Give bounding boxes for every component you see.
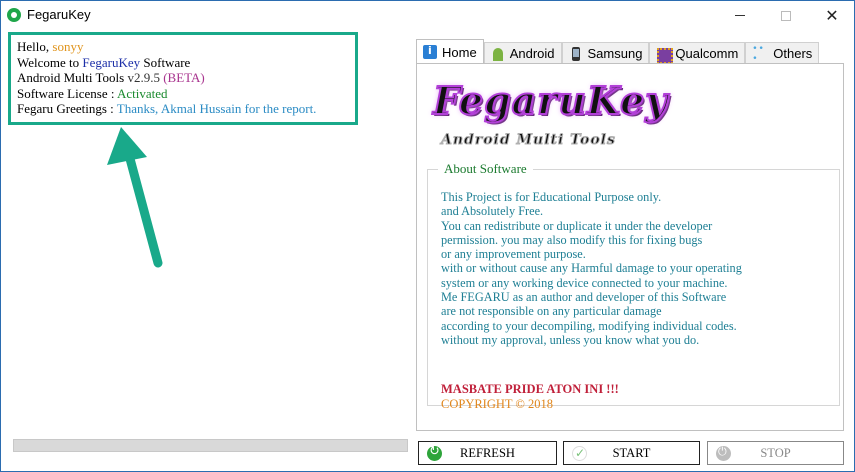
close-icon: ✕ [825, 5, 839, 25]
maximize-icon [781, 10, 791, 21]
about-line: system or any working device connected t… [441, 275, 728, 290]
tab-others[interactable]: Others [745, 42, 820, 64]
info-icon [423, 44, 437, 59]
phone-icon [569, 46, 583, 61]
welcome-suffix: Software [140, 54, 191, 70]
app-window: FegaruKey ✕ Hello, sonyy Welcome to Fega… [0, 0, 855, 472]
greeting-panel: Hello, sonyy Welcome to FegaruKey Softwa… [8, 32, 358, 125]
about-text: This Project is for Educational Purpose … [441, 190, 836, 347]
maximize-button[interactable] [763, 1, 809, 30]
about-line: and Absolutely Free. [441, 204, 544, 219]
minimize-button[interactable] [717, 1, 763, 30]
tab-android[interactable]: Android [483, 42, 562, 64]
tab-label: Android [509, 46, 555, 61]
license-label: Software License : [17, 85, 117, 101]
chip-icon [656, 47, 674, 64]
about-title: About Software [438, 161, 533, 177]
about-line: with or without cause any Harmful damage… [441, 261, 742, 276]
about-line: permission. you may also modify this for… [441, 232, 703, 247]
refresh-label: REFRESH [460, 446, 515, 460]
license-status: Activated [117, 85, 168, 101]
about-line: without my approval, unless you know wha… [441, 332, 700, 347]
welcome-line: Welcome to FegaruKey Software [17, 55, 349, 71]
tab-label: Samsung [587, 46, 643, 61]
about-line: You can redistribute or duplicate it und… [441, 218, 713, 233]
logo-title: FegaruKey [432, 77, 669, 124]
start-label: START [612, 446, 651, 460]
license-line: Software License : Activated [17, 86, 349, 102]
close-button[interactable]: ✕ [809, 1, 854, 30]
greetings-label: Fegaru Greetings : [17, 101, 117, 116]
tab-samsung[interactable]: Samsung [561, 42, 650, 64]
product-line: Android Multi Tools v2.9.5 (BETA) [17, 70, 349, 86]
version-text: v2.9.5 [127, 70, 160, 85]
window-title: FegaruKey [27, 7, 91, 22]
app-logo-icon [7, 8, 21, 22]
beta-badge: (BETA) [163, 70, 205, 85]
user-name: sonyy [52, 39, 84, 54]
about-line: Me FEGARU as an author and developer of … [441, 290, 727, 305]
title-bar[interactable]: FegaruKey ✕ [1, 1, 854, 30]
app-name-text: FegaruKey [82, 54, 141, 70]
hello-line: Hello, sonyy [17, 39, 349, 55]
about-line: or any improvement purpose. [441, 247, 586, 262]
hello-label: Hello, [17, 39, 53, 54]
annotation-arrow [107, 127, 163, 268]
product-label: Android Multi Tools [17, 70, 128, 85]
about-line: according to your decompiling, modifying… [441, 318, 737, 333]
dots-icon [752, 44, 768, 64]
tab-label: Home [442, 44, 477, 60]
logo-subtitle: Android Multi Tools [441, 132, 616, 149]
stop-button[interactable]: STOP [707, 441, 844, 465]
minimize-icon [735, 15, 745, 16]
pride-text: MASBATE PRIDE ATON INI !!! [441, 382, 619, 396]
android-icon [491, 47, 505, 61]
tab-bar: Home Android Samsung Qualcomm Others [416, 39, 820, 64]
progress-bar [13, 439, 408, 452]
tab-label: Qualcomm [675, 46, 739, 61]
about-line: are not responsible on any particular da… [441, 304, 662, 319]
greetings-line: Fegaru Greetings : Thanks, Akmal Hussain… [17, 101, 349, 117]
copyright-text: COPYRIGHT © 2018 [441, 397, 554, 411]
tab-qualcomm[interactable]: Qualcomm [649, 42, 746, 64]
tab-label: Others [773, 46, 813, 61]
welcome-label: Welcome to [17, 54, 83, 70]
tab-home[interactable]: Home [416, 39, 484, 64]
home-tab-page: FegaruKey Android Multi Tools About Soft… [416, 63, 844, 431]
about-line: This Project is for Educational Purpose … [441, 190, 662, 204]
fegarukey-logo: FegaruKey Android Multi Tools [432, 77, 673, 160]
refresh-button[interactable]: REFRESH [418, 441, 557, 465]
stop-label: STOP [760, 446, 791, 460]
about-software-group: About Software This Project is for Educa… [427, 161, 840, 411]
greetings-text: Thanks, Akmal Hussain for the report. [116, 101, 317, 116]
start-button[interactable]: START [563, 441, 700, 465]
